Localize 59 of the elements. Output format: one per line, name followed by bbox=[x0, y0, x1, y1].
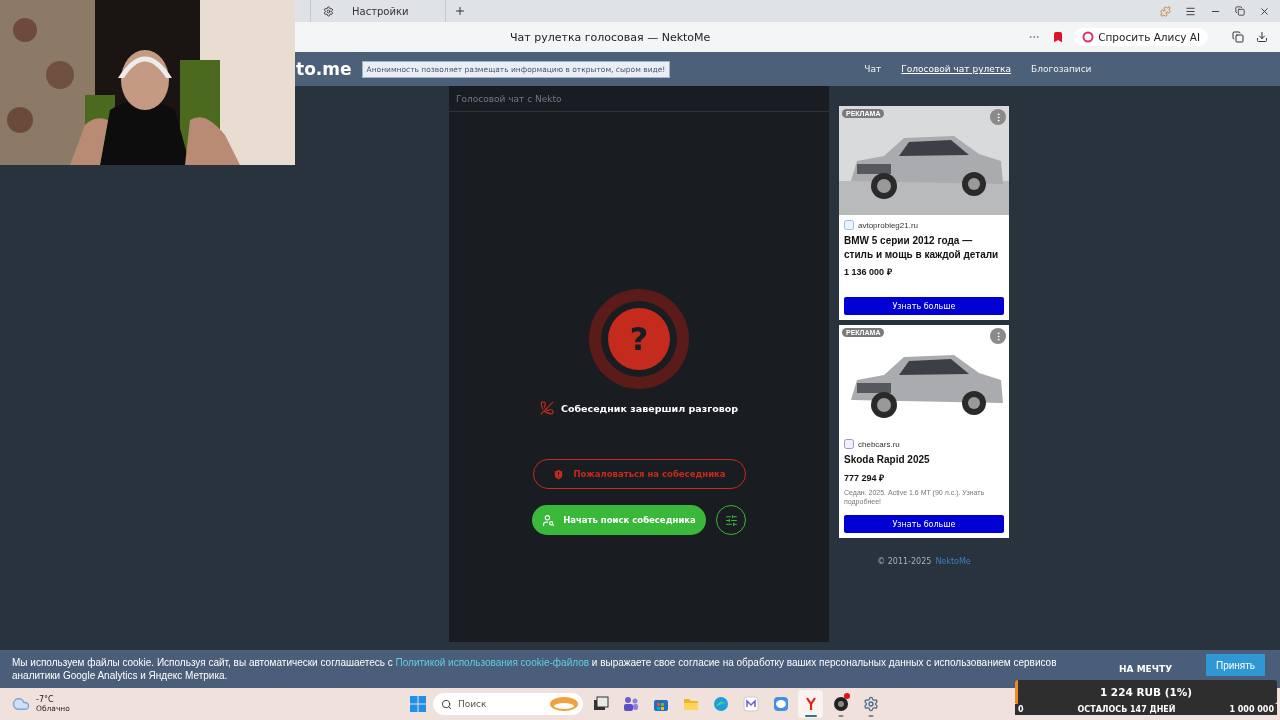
site-favicon-icon bbox=[844, 439, 854, 449]
site-logo[interactable]: to.me bbox=[296, 59, 352, 79]
cookie-notice: Мы используем файлы cookie. Используя сайт, вы автоматически соглашаетесь с Политикой использования cookie-файлов и выражаете свое согласие на обработку ваших персональных данных с использованием сервисов аналитики Google Analytics и Яндекс Метрика. bbox=[12, 656, 1058, 682]
tab-label: Настройки bbox=[352, 5, 409, 17]
search-highlight-icon bbox=[549, 696, 579, 712]
learn-more-button[interactable]: Узнать больше bbox=[844, 515, 1004, 533]
nav-link[interactable]: Блогозаписи bbox=[1030, 64, 1092, 74]
ad-price: 1 136 000 ₽ bbox=[844, 266, 893, 278]
learn-more-button[interactable]: Узнать больше bbox=[844, 297, 1004, 315]
sliders-icon bbox=[724, 513, 738, 527]
settings-icon bbox=[862, 696, 879, 712]
ad-source[interactable]: avtoprobieg21.ru bbox=[858, 220, 919, 230]
goal-target: 1 000 000 bbox=[1229, 705, 1274, 714]
copy-icon bbox=[1232, 31, 1244, 43]
settings-icon bbox=[323, 5, 334, 17]
goal-start: 0 bbox=[1018, 705, 1024, 714]
puzzle-icon bbox=[1160, 5, 1171, 17]
collections-button[interactable] bbox=[1230, 29, 1246, 45]
copyright-text: © 2011-2025 bbox=[877, 557, 932, 566]
chat-header: Голосовой чат с Nekto bbox=[449, 86, 829, 112]
plus-icon bbox=[454, 5, 466, 17]
restore-icon bbox=[1235, 6, 1245, 16]
people-icon bbox=[622, 696, 639, 712]
hang-up-icon bbox=[539, 401, 554, 415]
ad-title[interactable]: BMW 5 серии 2012 года — стиль и мощь в каждой детали bbox=[844, 234, 1004, 261]
temperature: -7°C bbox=[36, 695, 55, 704]
page-title: Чат рулетка голосовая — NektoMe bbox=[510, 30, 711, 44]
download-icon bbox=[1256, 31, 1268, 43]
ring-icon bbox=[1082, 31, 1095, 43]
shield-alert-icon bbox=[552, 467, 566, 481]
chat-bubble-icon bbox=[772, 696, 789, 712]
goal-remaining: ОСТАЛОСЬ 147 ДНЕЙ bbox=[1077, 705, 1176, 714]
maximize-button[interactable] bbox=[1233, 4, 1247, 18]
user-search-icon bbox=[542, 513, 556, 527]
site-favicon-icon bbox=[844, 220, 854, 230]
taskbar-search-field[interactable]: Поиск bbox=[433, 693, 583, 715]
ad-price: 777 294 ₽ bbox=[844, 471, 886, 484]
goal-amount: 1 224 RUB (1%) bbox=[1099, 686, 1193, 698]
windows-logo-icon bbox=[410, 696, 426, 712]
download-button[interactable] bbox=[1254, 29, 1270, 45]
start-button[interactable] bbox=[408, 694, 428, 714]
aperture-icon bbox=[832, 696, 849, 712]
goal-title: НА МЕЧТУ bbox=[1119, 664, 1173, 674]
bookmark-icon bbox=[1052, 31, 1065, 43]
status-text: Собеседник завершил разговор bbox=[560, 402, 739, 414]
cloud-icon bbox=[12, 695, 30, 713]
menu-icon bbox=[1185, 5, 1196, 17]
cookie-policy-link[interactable]: Политикой использования cookie-файлов bbox=[395, 657, 590, 668]
close-icon bbox=[1259, 5, 1270, 17]
search-icon bbox=[441, 698, 452, 710]
nav-link[interactable]: Чат bbox=[864, 64, 882, 74]
ad-source[interactable]: chebcars.ru bbox=[858, 439, 900, 449]
swirl-icon bbox=[712, 696, 729, 712]
status-indicator: ? bbox=[589, 289, 689, 389]
overlapping-squares-icon bbox=[592, 696, 609, 712]
ask-alice-button[interactable]: Спросить Алису AI bbox=[1074, 28, 1208, 46]
folder-icon bbox=[682, 696, 699, 712]
nav-link[interactable]: Голосовой чат рулетка bbox=[901, 64, 1011, 74]
ad-title[interactable]: Skoda Rapid 2025 bbox=[844, 453, 1004, 467]
